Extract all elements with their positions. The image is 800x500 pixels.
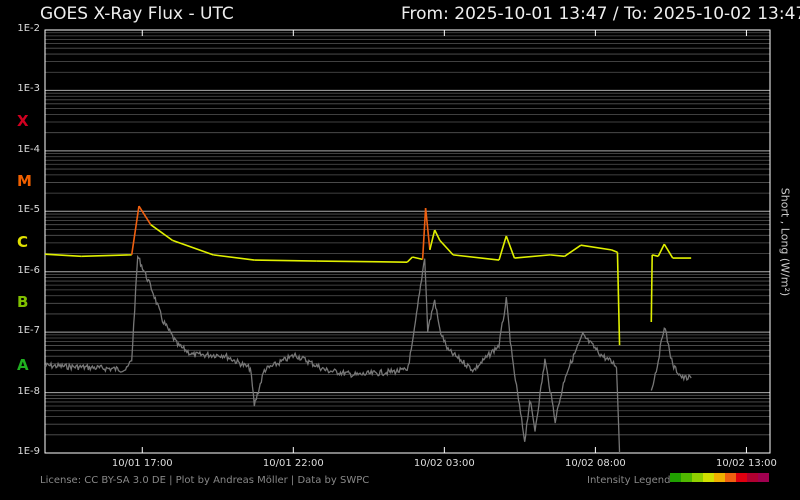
series-long-segment: [611, 249, 618, 253]
x-tick-label: 10/02 13:00: [716, 458, 777, 469]
series-long-segment: [130, 205, 140, 255]
series-long-segment: [650, 254, 653, 323]
legend-swatch: [714, 473, 726, 482]
y-tick-label: 1E-4: [17, 143, 40, 155]
series-long-segment: [44, 253, 82, 258]
series-long-segment: [412, 256, 423, 261]
series-long-segment: [663, 243, 674, 259]
series-long-segment: [421, 208, 427, 260]
series-long-segment: [564, 244, 582, 257]
x-tick-label: 10/02 03:00: [413, 458, 475, 469]
series-long-segment: [652, 254, 659, 258]
series-long-segment: [316, 260, 408, 263]
series-long-segment: [505, 235, 516, 259]
series-long-segment: [498, 235, 508, 261]
series-long-segment: [580, 244, 612, 251]
series-long-segment: [550, 254, 565, 258]
series-long-segment: [213, 254, 255, 261]
series-long-segment: [138, 205, 152, 226]
series-long-segment: [453, 254, 500, 261]
y-tick-label: 1E-6: [17, 264, 40, 276]
series-long-segment: [406, 256, 413, 263]
series-long-segment: [81, 254, 132, 258]
x-tick-label: 10/01 22:00: [262, 458, 324, 469]
flare-class-label: X: [17, 112, 29, 131]
intensity-legend-label: Intensity Legend: [587, 475, 671, 486]
y-tick-label: 1E-2: [17, 23, 40, 34]
y-tick-label: 1E-9: [17, 446, 40, 457]
series-long-segment: [616, 252, 621, 346]
legend-swatch: [703, 473, 715, 482]
y-tick-label: 1E-8: [17, 385, 40, 397]
legend-swatch: [670, 473, 682, 482]
series-long-segment: [429, 229, 436, 251]
license-text: License: CC BY-SA 3.0 DE | Plot by Andre…: [40, 475, 370, 486]
legend-swatch: [736, 473, 748, 482]
series-short-line: [650, 327, 692, 391]
y-tick-label: 1E-5: [17, 204, 40, 216]
flux-plot: [44, 29, 771, 454]
legend-swatch: [681, 473, 693, 482]
series-long-segment: [514, 254, 551, 259]
y-tick-label: 1E-7: [17, 325, 40, 337]
x-tick-label: 10/01 17:00: [111, 458, 173, 469]
series-long-segment: [150, 224, 173, 242]
flare-class-label: A: [17, 355, 29, 374]
legend-swatch: [725, 473, 737, 482]
intensity-legend: Intensity Legend: [587, 473, 770, 486]
legend-swatch: [758, 473, 770, 482]
y-tick-label: 1E-3: [17, 83, 40, 95]
flare-class-label: B: [17, 293, 29, 312]
series-long-segment: [254, 259, 317, 262]
legend-swatch: [692, 473, 704, 482]
legend-swatch: [747, 473, 759, 482]
x-tick-label: 10/02 08:00: [564, 458, 626, 469]
y-axis-label: Short , Long (W/m²): [778, 187, 792, 297]
flare-class-label: C: [17, 232, 29, 251]
flare-class-label: M: [17, 172, 32, 191]
series-long-segment: [657, 243, 665, 257]
series-short-line: [44, 254, 621, 454]
